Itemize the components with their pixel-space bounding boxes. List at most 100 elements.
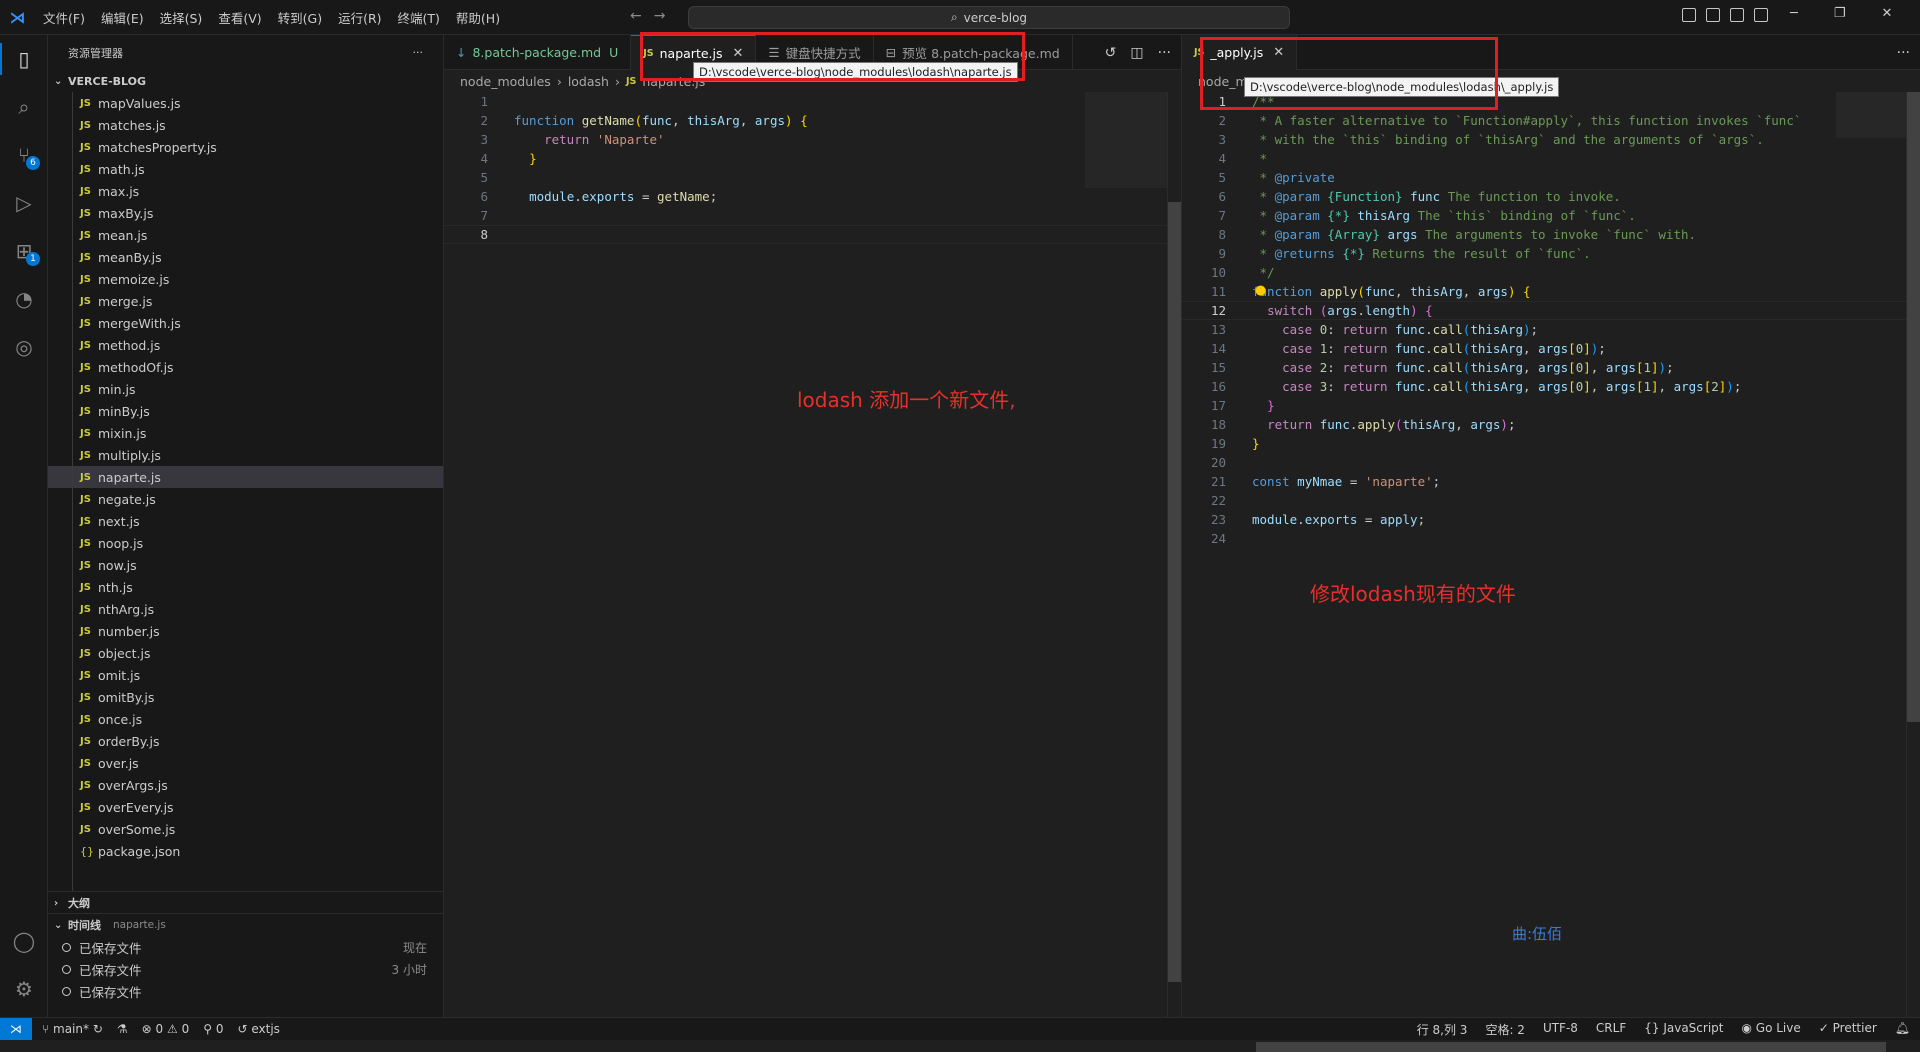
accounts-icon[interactable]: ◯ <box>10 927 38 955</box>
file-tree-item[interactable]: JS min.js <box>48 378 443 400</box>
branch-indicator[interactable]: ⑂ main* ↻ <box>42 1022 103 1036</box>
publish-icon[interactable]: ⚗ <box>117 1022 128 1036</box>
prettier-status[interactable]: ✓ Prettier <box>1819 1021 1877 1038</box>
file-tree-item[interactable]: JS methodOf.js <box>48 356 443 378</box>
file-tree-item[interactable]: JS overEvery.js <box>48 796 443 818</box>
horizontal-scrollbar[interactable] <box>1256 1042 1886 1052</box>
indentation[interactable]: 空格: 2 <box>1485 1021 1525 1038</box>
menu-edit[interactable]: 编辑(E) <box>93 8 152 27</box>
file-tree-item[interactable]: JS orderBy.js <box>48 730 443 752</box>
more-actions-icon[interactable]: ··· <box>1897 45 1910 61</box>
encoding[interactable]: UTF-8 <box>1543 1021 1578 1038</box>
file-tree-item[interactable]: {} package.json <box>48 840 443 862</box>
file-tree-item[interactable]: JS negate.js <box>48 488 443 510</box>
file-tree-item[interactable]: JS nth.js <box>48 576 443 598</box>
file-tree-item[interactable]: JS naparte.js <box>48 466 443 488</box>
minimap[interactable] <box>1085 92 1167 188</box>
file-tree-item[interactable]: JS nthArg.js <box>48 598 443 620</box>
restore-icon[interactable]: ❐ <box>1834 6 1846 21</box>
menu-view[interactable]: 查看(V) <box>210 8 269 27</box>
timeline-item[interactable]: 已保存文件 <box>48 980 443 1002</box>
remote-explorer-icon[interactable]: ◎ <box>10 333 38 361</box>
command-center-search[interactable]: ⌕ verce-blog <box>688 6 1290 29</box>
more-actions-icon[interactable]: ··· <box>413 46 424 59</box>
timeline-header[interactable]: ⌄ 时间线 naparte.js <box>48 914 443 936</box>
js-file-icon: JS <box>80 493 91 505</box>
lightbulb-icon[interactable]: ● <box>1255 283 1266 298</box>
minimap[interactable] <box>1836 92 1906 138</box>
file-tree-item[interactable]: JS noop.js <box>48 532 443 554</box>
file-tree-item[interactable]: JS omitBy.js <box>48 686 443 708</box>
problems-indicator[interactable]: ⊗ 0 ⚠ 0 <box>142 1022 190 1036</box>
toggle-panel-icon[interactable] <box>1706 8 1720 22</box>
menu-help[interactable]: 帮助(H) <box>448 8 508 27</box>
file-tree-item[interactable]: JS omit.js <box>48 664 443 686</box>
git-graph-icon[interactable]: ◔ <box>10 285 38 313</box>
more-actions-icon[interactable]: ··· <box>1158 45 1171 61</box>
file-tree-item[interactable]: JS mean.js <box>48 224 443 246</box>
timeline-item[interactable]: 已保存文件 现在 <box>48 936 443 958</box>
file-tree-item[interactable]: JS merge.js <box>48 290 443 312</box>
vertical-scrollbar[interactable] <box>1167 92 1181 1017</box>
explorer-icon[interactable]: ▯ <box>10 45 38 73</box>
toggle-secondary-sidebar-icon[interactable] <box>1730 8 1744 22</box>
breadcrumb-item[interactable]: node_modules <box>460 74 551 89</box>
file-tree-item[interactable]: JS method.js <box>48 334 443 356</box>
extensions-icon[interactable]: ⊞ 1 <box>10 237 40 266</box>
split-editor-icon[interactable]: ◫ <box>1130 45 1143 61</box>
file-tree-item[interactable]: JS multiply.js <box>48 444 443 466</box>
language-mode[interactable]: {} JavaScript <box>1644 1021 1723 1038</box>
notifications-bell-icon[interactable]: 🔔︎ <box>1895 1021 1910 1038</box>
file-tree-item[interactable]: JS meanBy.js <box>48 246 443 268</box>
file-tree-item[interactable]: JS matchesProperty.js <box>48 136 443 158</box>
file-tree-item[interactable]: JS over.js <box>48 752 443 774</box>
project-section-header[interactable]: ⌄ VERCE-BLOG <box>48 70 443 92</box>
timeline-item[interactable]: 已保存文件 3 小时 <box>48 958 443 980</box>
menu-run[interactable]: 运行(R) <box>330 8 389 27</box>
file-tree-item[interactable]: JS maxBy.js <box>48 202 443 224</box>
js-file-icon: JS <box>80 185 91 197</box>
menu-file[interactable]: 文件(F) <box>35 8 93 27</box>
file-tree-item[interactable]: JS object.js <box>48 642 443 664</box>
back-arrow-icon[interactable]: ← <box>630 8 642 24</box>
file-tree-item[interactable]: JS memoize.js <box>48 268 443 290</box>
settings-gear-icon[interactable]: ⚙ <box>10 975 38 1003</box>
ports-indicator[interactable]: ⚲ 0 <box>203 1022 223 1036</box>
file-tree-item[interactable]: JS minBy.js <box>48 400 443 422</box>
cursor-position[interactable]: 行 8,列 3 <box>1417 1021 1468 1038</box>
menu-terminal[interactable]: 终端(T) <box>390 8 448 27</box>
search-view-icon[interactable]: ⌕ <box>10 93 38 121</box>
file-tree-item[interactable]: JS matches.js <box>48 114 443 136</box>
close-window-icon[interactable]: ✕ <box>1881 6 1892 21</box>
file-tree-item[interactable]: JS max.js <box>48 180 443 202</box>
file-tree-item[interactable]: JS once.js <box>48 708 443 730</box>
menu-go[interactable]: 转到(G) <box>270 8 330 27</box>
timeline-history-icon[interactable]: ↺ <box>1105 45 1117 61</box>
code-editor[interactable]: 1 2 function getName(func, thisArg, args)… <box>444 92 1181 1017</box>
file-tree-item[interactable]: JS mapValues.js <box>48 92 443 114</box>
extension-status[interactable]: ↺ extjs <box>237 1022 279 1036</box>
file-tree-item[interactable]: JS overSome.js <box>48 818 443 840</box>
end-of-line[interactable]: CRLF <box>1596 1021 1626 1038</box>
file-tree-item[interactable]: JS overArgs.js <box>48 774 443 796</box>
file-tree-item[interactable]: JS mixin.js <box>48 422 443 444</box>
file-tree-item[interactable]: JS now.js <box>48 554 443 576</box>
minimize-icon[interactable]: ─ <box>1790 6 1798 21</box>
file-tree-item[interactable]: JS number.js <box>48 620 443 642</box>
toggle-primary-sidebar-icon[interactable] <box>1682 8 1696 22</box>
file-tree-item[interactable]: JS math.js <box>48 158 443 180</box>
run-debug-icon[interactable]: ▷ <box>10 189 38 217</box>
tab-patch-package-md[interactable]: ↓ 8.patch-package.md U <box>444 35 632 70</box>
source-control-icon[interactable]: ⑂ 6 <box>10 141 40 170</box>
menu-selection[interactable]: 选择(S) <box>152 8 211 27</box>
vertical-scrollbar[interactable] <box>1906 92 1920 1017</box>
outline-section[interactable]: › 大纲 <box>48 891 443 914</box>
customize-layout-icon[interactable] <box>1754 8 1768 22</box>
file-tree-item[interactable]: JS mergeWith.js <box>48 312 443 334</box>
code-editor[interactable]: 1/** 2 * A faster alternative to `Functi… <box>1182 92 1920 1017</box>
breadcrumb-item[interactable]: lodash <box>568 74 609 89</box>
go-live-button[interactable]: ◉ Go Live <box>1741 1021 1800 1038</box>
forward-arrow-icon[interactable]: → <box>654 8 666 24</box>
remote-indicator-icon[interactable]: ⋊ <box>0 1018 32 1040</box>
file-tree-item[interactable]: JS next.js <box>48 510 443 532</box>
